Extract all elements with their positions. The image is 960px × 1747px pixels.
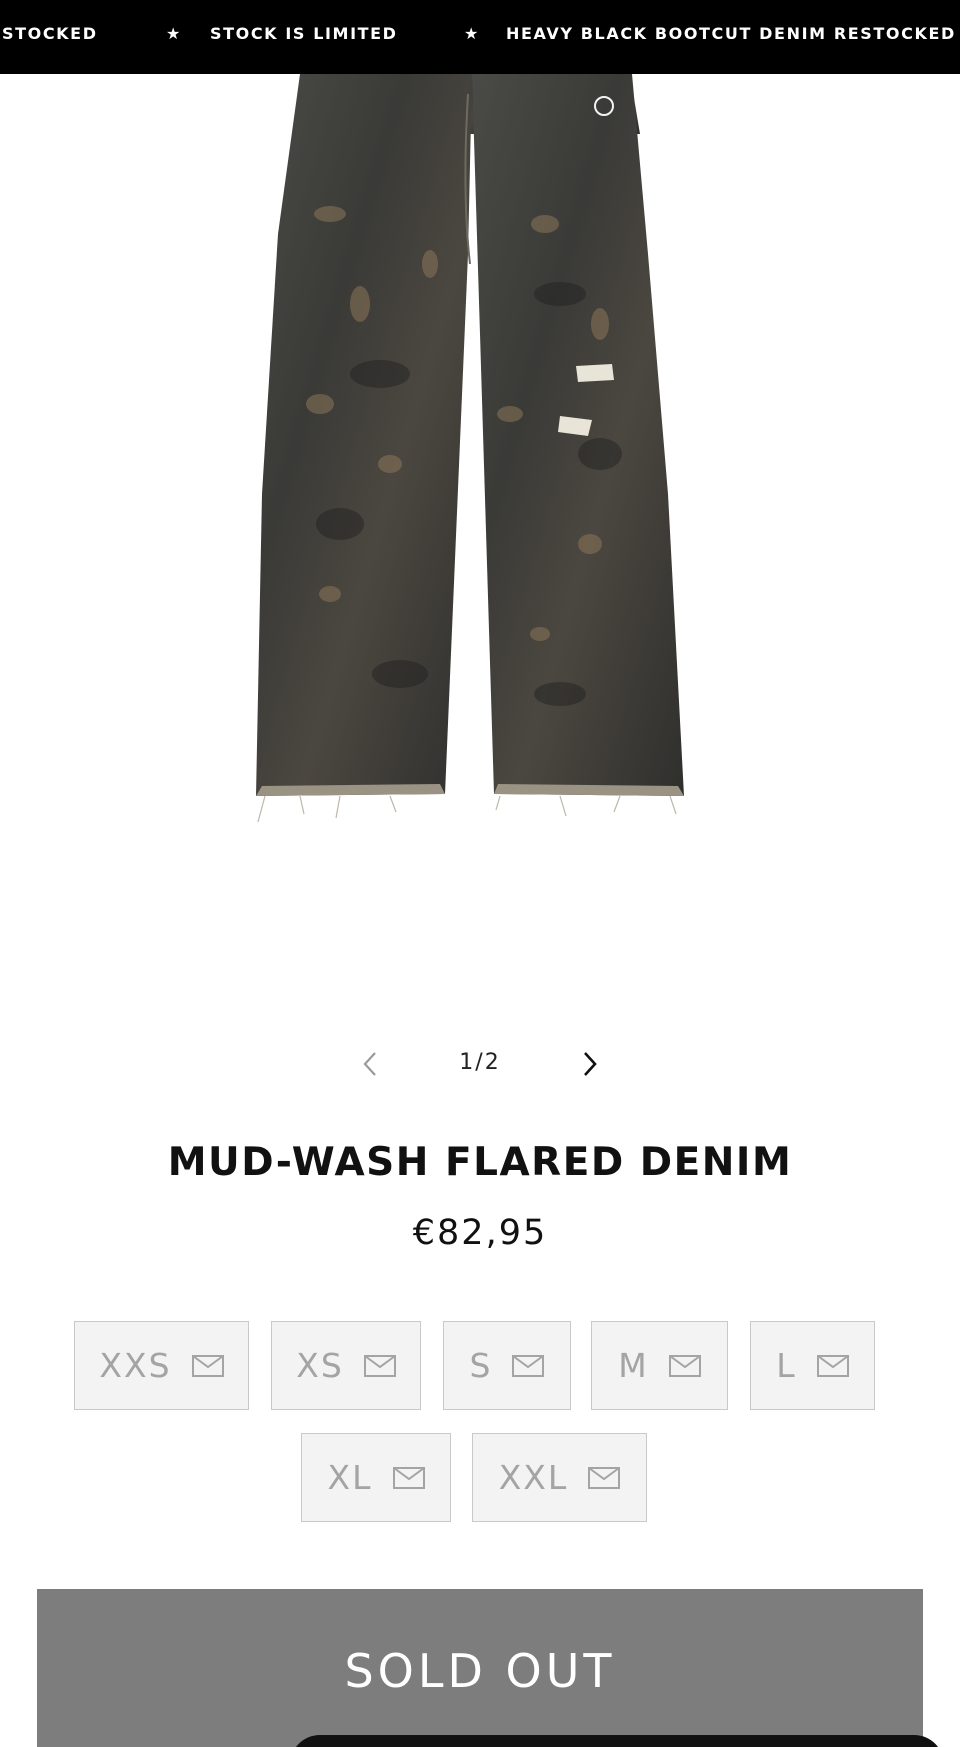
size-option-xl[interactable]: XL [301, 1433, 451, 1522]
mail-icon [588, 1466, 621, 1489]
size-label: M [618, 1346, 649, 1385]
size-label: XL [327, 1458, 373, 1497]
mail-icon [191, 1354, 224, 1377]
product-image [256, 74, 684, 823]
sold-out-label: SOLD OUT [344, 1644, 616, 1698]
size-option-s[interactable]: S [443, 1321, 571, 1410]
size-option-m[interactable]: M [591, 1321, 728, 1410]
size-label: XXL [498, 1458, 569, 1497]
size-option-xxs[interactable]: XXS [74, 1321, 249, 1410]
size-option-xs[interactable]: XS [271, 1321, 421, 1410]
mail-icon [668, 1354, 701, 1377]
product-title: MUD-WASH FLARED DENIM [167, 1140, 793, 1185]
size-option-l[interactable]: L [750, 1321, 875, 1410]
gallery-pager: 1/2 [0, 1040, 960, 1090]
mail-icon [816, 1354, 849, 1377]
size-label: S [469, 1346, 493, 1385]
announcement-message: STOCK IS LIMITED [210, 24, 398, 43]
mail-icon [363, 1354, 396, 1377]
sold-out-button[interactable]: SOLD OUT [37, 1589, 923, 1747]
chevron-right-icon [584, 1052, 597, 1076]
size-label: XS [296, 1346, 344, 1385]
star-icon: ★ [166, 24, 182, 43]
announcement-message: STOCKED [2, 24, 98, 43]
size-option-xxl[interactable]: XXL [472, 1433, 647, 1522]
announcement-message: HEAVY BLACK BOOTCUT DENIM RESTOCKED [506, 24, 956, 43]
product-price: €82,95 [412, 1213, 548, 1253]
floating-bar[interactable] [290, 1735, 944, 1747]
previous-image-button[interactable] [352, 1046, 388, 1082]
image-counter: 1/2 [459, 1050, 501, 1075]
announcement-bar: STOCKED ★ STOCK IS LIMITED ★ HEAVY BLACK… [0, 0, 960, 74]
size-label: XXS [99, 1346, 172, 1385]
product-gallery[interactable] [0, 74, 960, 974]
next-image-button[interactable] [572, 1046, 608, 1082]
mail-icon [392, 1466, 425, 1489]
product-page: STOCKED ★ STOCK IS LIMITED ★ HEAVY BLACK… [0, 0, 960, 1747]
size-label: L [776, 1346, 797, 1385]
chevron-left-icon [363, 1052, 376, 1076]
star-icon: ★ [464, 24, 480, 43]
mail-icon [512, 1354, 545, 1377]
